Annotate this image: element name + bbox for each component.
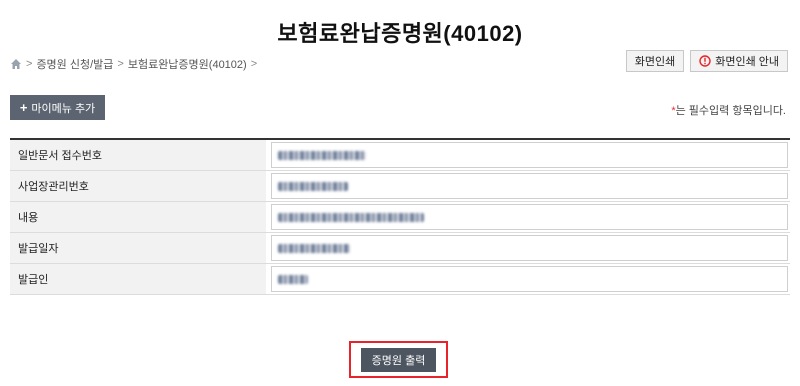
redacted-value [278,243,350,253]
redacted-value [278,181,348,191]
screen-print-button[interactable]: 화면인쇄 [625,50,685,72]
screen-print-guide-button[interactable]: 화면인쇄 안내 [690,50,788,72]
breadcrumb: > 증명원 신청/발급 > 보험료완납증명원(40102) > [10,56,257,72]
breadcrumb-item[interactable]: 보험료완납증명원(40102) [128,56,247,72]
print-certificate-highlight: 증명원 출력 [349,341,448,378]
screen-print-guide-label: 화면인쇄 안내 [715,56,779,68]
breadcrumb-item[interactable]: 증명원 신청/발급 [36,56,113,72]
content-label: 내용 [10,202,266,232]
plus-icon: + [19,100,28,115]
page-title: 보험료완납증명원(40102) [277,21,523,46]
form-row-issue-date: 발급일자 [10,233,790,264]
add-mymenu-button[interactable]: + 마이메뉴 추가 [10,95,105,120]
receipt-number-label: 일반문서 접수번호 [10,140,266,170]
add-mymenu-label: 마이메뉴 추가 [31,102,96,115]
required-note: *는 필수입력 항목입니다. [671,102,786,118]
certificate-form-table: 일반문서 접수번호 사업장관리번호 내용 발급일자 발급인 [10,138,790,295]
screen-print-label: 화면인쇄 [634,56,676,68]
issuer-field[interactable] [271,266,788,292]
redacted-value [278,274,308,284]
issue-date-field[interactable] [271,235,788,261]
required-note-text: 는 필수입력 항목입니다. [675,105,786,117]
receipt-number-field[interactable] [271,142,788,168]
form-row-business-number: 사업장관리번호 [10,171,790,202]
form-row-issuer: 발급인 [10,264,790,295]
issue-date-label: 발급일자 [10,233,266,263]
redacted-value [278,212,424,222]
redacted-value [278,150,366,160]
breadcrumb-separator: > [26,58,33,70]
form-row-content: 내용 [10,202,790,233]
breadcrumb-separator: > [117,58,124,70]
home-icon[interactable] [10,58,22,70]
print-certificate-button[interactable]: 증명원 출력 [361,347,436,372]
top-toolbar: 화면인쇄 화면인쇄 안내 [625,50,788,72]
alert-circle-icon [699,55,711,67]
business-number-label: 사업장관리번호 [10,171,266,201]
form-row-receipt-number: 일반문서 접수번호 [10,140,790,171]
breadcrumb-separator: > [250,58,258,70]
issuer-label: 발급인 [10,264,266,294]
business-number-field[interactable] [271,173,788,199]
content-field[interactable] [271,204,788,230]
